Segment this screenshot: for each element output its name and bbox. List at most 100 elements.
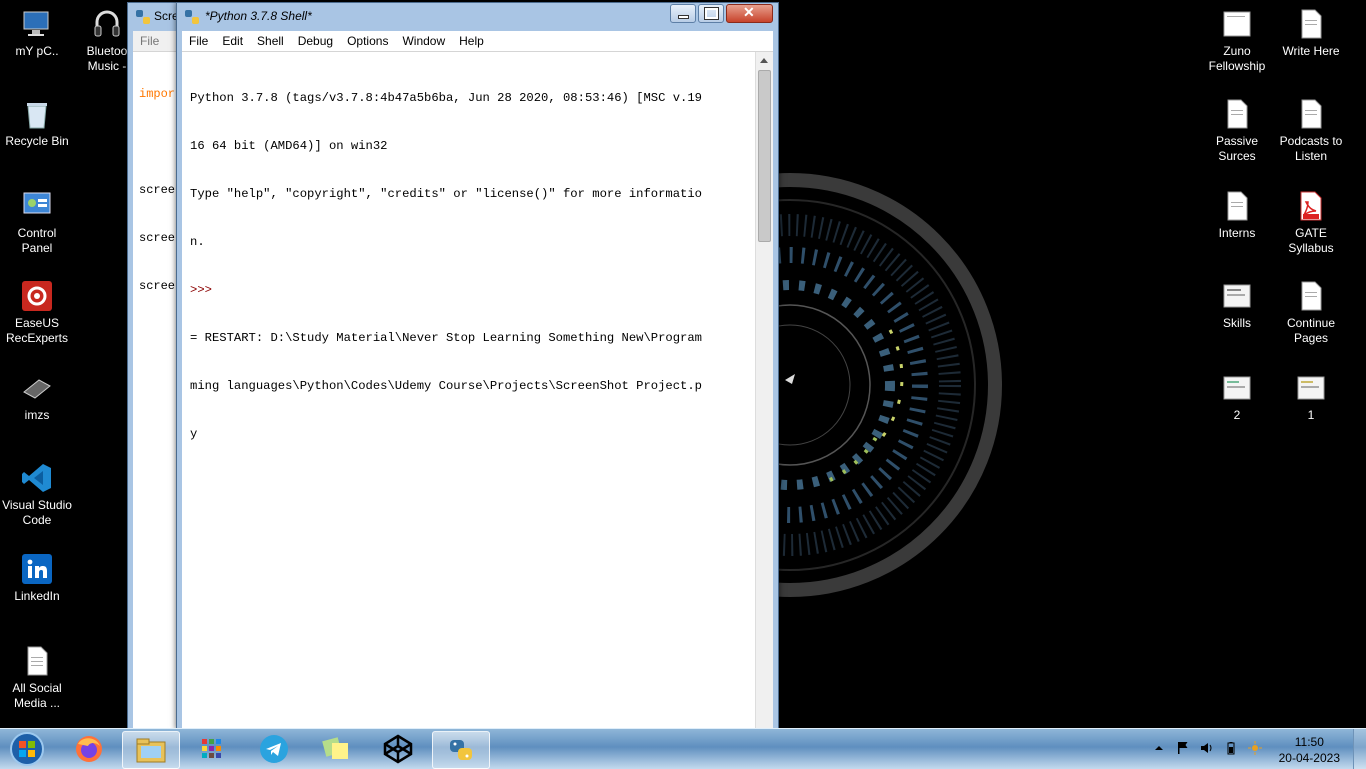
shell-line: y — [190, 427, 198, 441]
vscode-icon — [22, 464, 51, 492]
desktop-icon-label: Write Here — [1282, 44, 1340, 58]
taskbar-sticky-notes[interactable] — [308, 731, 364, 767]
maximize-icon — [704, 7, 719, 20]
headphones-icon — [94, 10, 120, 37]
desktop-icon-imzs[interactable]: imzs — [0, 372, 74, 423]
shell-line: 16 64 bit (AMD64)] on win32 — [190, 139, 388, 153]
desktop-icon-gate-syllabus[interactable]: GATE Syllabus — [1274, 190, 1348, 256]
close-button[interactable]: ✕ — [726, 4, 773, 23]
recycle-bin-icon — [27, 103, 47, 129]
apps-grid-icon — [202, 739, 221, 758]
desktop-icon-label: Zuno Fellowship — [1208, 44, 1266, 73]
scroll-up-icon[interactable] — [760, 58, 768, 63]
shell-output: Python 3.7.8 (tags/v3.7.8:4b47a5b6ba, Ju… — [190, 58, 749, 474]
desktop-icon-2[interactable]: 2 — [1200, 372, 1274, 423]
desktop-icon-label: Continue Pages — [1286, 316, 1336, 345]
chevron-up-icon[interactable] — [1152, 741, 1166, 755]
desktop-icon-label: Interns — [1218, 226, 1256, 240]
desktop-icon-continue-pages[interactable]: Continue Pages — [1274, 280, 1348, 346]
desktop-icon-label: Skills — [1222, 316, 1251, 330]
desktop-icon-label: mY pC.. — [15, 44, 59, 58]
desktop-icon-skills[interactable]: Skills — [1200, 280, 1274, 331]
linkedin-icon — [22, 554, 52, 584]
taskbar-apps[interactable] — [184, 731, 240, 767]
desktop-icon-passive-surces[interactable]: Passive Surces — [1200, 98, 1274, 164]
sticky-notes-icon — [322, 737, 348, 759]
desktop-icon-label: LinkedIn — [14, 589, 60, 603]
volume-icon[interactable] — [1200, 741, 1214, 755]
show-desktop-button[interactable] — [1353, 729, 1366, 769]
desktop-icon-label: 2 — [1233, 408, 1241, 422]
shell-line: Type "help", "copyright", "credits" or "… — [190, 187, 702, 201]
menu-bar: File Edit Shell Debug Options Window Help — [182, 31, 773, 52]
menu-options[interactable]: Options — [340, 31, 395, 51]
shell-text-area[interactable]: Python 3.7.8 (tags/v3.7.8:4b47a5b6ba, Ju… — [182, 52, 773, 729]
image-icon — [1223, 376, 1251, 400]
shell-line: Python 3.7.8 (tags/v3.7.8:4b47a5b6ba, Ju… — [190, 91, 702, 105]
desktop-icon-zuno-fellowship[interactable]: Zuno Fellowship — [1200, 8, 1274, 74]
desktop-icon-label: GATE Syllabus — [1288, 226, 1334, 255]
system-clock[interactable]: 11:50 20-04-2023 — [1279, 734, 1340, 766]
desktop-icon-all-social-media[interactable]: All Social Media ... — [0, 645, 74, 711]
desktop-icon-easeus[interactable]: EaseUS RecExperts — [0, 280, 74, 346]
menu-window[interactable]: Window — [395, 31, 452, 51]
scrollbar-thumb[interactable] — [758, 70, 771, 242]
vertical-scrollbar[interactable] — [755, 52, 773, 729]
desktop-icon-label: EaseUS RecExperts — [5, 316, 69, 345]
desktop-icon-1[interactable]: 1 — [1274, 372, 1348, 423]
start-orb-icon — [10, 732, 44, 766]
taskbar-codepen[interactable] — [370, 731, 426, 767]
menu-help[interactable]: Help — [452, 31, 491, 51]
desktop-icon-control-panel[interactable]: Control Panel — [0, 190, 74, 256]
telegram-icon — [260, 735, 288, 763]
desktop-icon-label: Podcasts to Listen — [1279, 134, 1343, 163]
close-icon: ✕ — [743, 4, 755, 20]
title-bar[interactable]: *Python 3.7.8 Shell* ✕ — [177, 3, 778, 29]
taskbar-firefox[interactable] — [61, 731, 117, 767]
document-icon — [1301, 281, 1322, 311]
control-panel-icon — [23, 192, 51, 214]
device-icon — [23, 379, 51, 399]
easeus-icon — [22, 281, 52, 311]
desktop-icon-my-pc[interactable]: mY pC.. — [0, 8, 74, 59]
shell-line: n. — [190, 235, 205, 249]
action-center-icon[interactable] — [1248, 741, 1262, 755]
desktop-icon-interns[interactable]: Interns — [1200, 190, 1274, 241]
python-idle-icon — [136, 10, 150, 24]
minimize-icon — [678, 15, 689, 19]
menu-file[interactable]: File — [133, 31, 166, 51]
desktop-icon-recycle-bin[interactable]: Recycle Bin — [0, 98, 74, 149]
shell-line: = RESTART: D:\Study Material\Never Stop … — [190, 331, 702, 345]
battery-icon[interactable] — [1224, 741, 1238, 755]
desktop-icon-linkedin[interactable]: LinkedIn — [0, 553, 74, 604]
python-shell-window[interactable]: *Python 3.7.8 Shell* ✕ File Edit Shell Debu… — [176, 2, 779, 730]
taskbar-telegram[interactable] — [246, 731, 302, 767]
image-icon — [1297, 376, 1325, 400]
shell-prompt: >>> — [190, 283, 220, 297]
document-icon — [1301, 99, 1322, 129]
desktop-icon-write-here[interactable]: Write Here — [1274, 8, 1348, 59]
image-icon — [1223, 284, 1251, 308]
start-button[interactable] — [0, 731, 54, 767]
menu-file[interactable]: File — [182, 31, 215, 51]
menu-edit[interactable]: Edit — [215, 31, 250, 51]
desktop-icon-label: Control Panel — [17, 226, 57, 255]
desktop-icon-podcasts[interactable]: Podcasts to Listen — [1274, 98, 1348, 164]
document-icon — [1301, 9, 1322, 39]
menu-shell[interactable]: Shell — [250, 31, 291, 51]
maximize-button[interactable] — [698, 4, 724, 23]
shell-line: ming languages\Python\Codes\Udemy Course… — [190, 379, 702, 393]
desktop-icon-vscode[interactable]: Visual Studio Code — [0, 462, 74, 528]
menu-debug[interactable]: Debug — [291, 31, 340, 51]
minimize-button[interactable] — [670, 4, 696, 23]
window-title: Scre — [154, 9, 179, 23]
document-icon — [27, 646, 48, 676]
taskbar-python-idle[interactable] — [432, 731, 490, 769]
desktop-icon-label: Passive Surces — [1215, 134, 1259, 163]
firefox-icon — [76, 736, 102, 762]
computer-icon — [23, 11, 49, 36]
python-idle-icon — [185, 10, 199, 24]
desktop-icon-label: All Social Media ... — [12, 681, 62, 710]
taskbar-file-explorer[interactable] — [122, 731, 180, 769]
flag-icon[interactable] — [1176, 741, 1190, 755]
